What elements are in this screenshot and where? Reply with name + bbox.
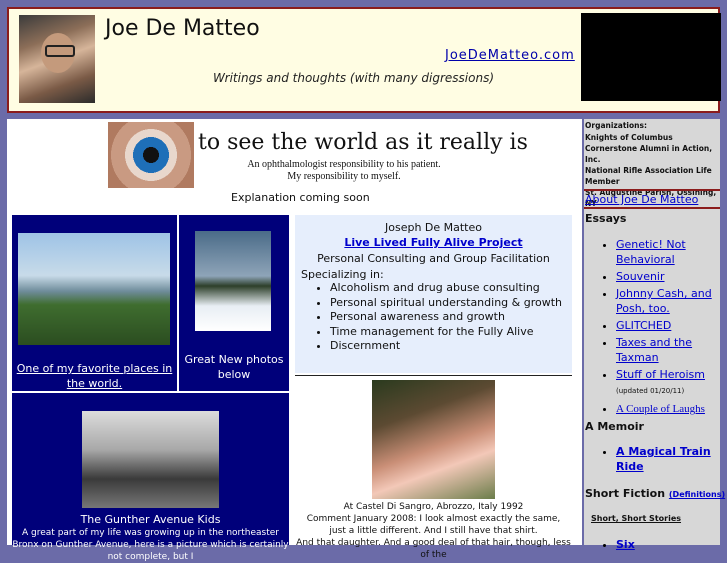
- essay-link[interactable]: Stuff of Heroism: [616, 368, 705, 381]
- explanation-text: Explanation coming soon: [231, 191, 370, 204]
- castel-comment-line: Comment January 2008: I look almost exac…: [306, 514, 561, 524]
- castel-comment-line: And that daughter. And a good deal of th…: [296, 538, 571, 560]
- sidebar: Organizations: Knights of Columbus Corne…: [584, 119, 725, 551]
- banner-subline-2: My responsibility to myself.: [287, 171, 401, 182]
- definitions-link[interactable]: (Definitions): [669, 490, 725, 499]
- about-link[interactable]: About Joe De Matteo: [585, 193, 698, 206]
- consulting-description: Personal Consulting and Group Facilitati…: [317, 252, 550, 265]
- new-photos-panel: Great New photos below: [179, 215, 289, 391]
- castel-caption-line: At Castel Di Sangro, Abrozzo, Italy 1992: [343, 502, 524, 512]
- gunther-kids-text: A great part of my life was growing up i…: [12, 528, 289, 562]
- list-item: Johnny Cash, and Posh, too.: [616, 286, 726, 316]
- decorative-pattern-image: [581, 13, 721, 101]
- essay-link[interactable]: A Couple of Laughs: [616, 403, 705, 415]
- short-fiction-label: Short Fiction: [585, 487, 666, 500]
- list-item: Personal awareness and growth: [330, 310, 562, 325]
- list-item: A Couple of Laughs: [616, 401, 726, 417]
- list-item: Alcoholism and drug abuse consulting: [330, 281, 562, 296]
- memoir-heading: A Memoir: [585, 420, 644, 433]
- specializing-label: Specializing in:: [301, 268, 384, 281]
- list-item: GLITCHED: [616, 318, 726, 333]
- memoir-link[interactable]: A Magical Train Ride: [616, 445, 711, 473]
- eye-image: [108, 122, 194, 188]
- gunther-kids-photo[interactable]: [82, 411, 219, 508]
- castel-di-sangro-photo: [372, 380, 495, 499]
- favorite-place-panel: One of my favorite places in the world.: [12, 215, 177, 391]
- site-home-link[interactable]: JoeDeMatteo.com: [445, 48, 575, 63]
- divider: [584, 207, 720, 209]
- list-item: Stuff of Heroism (updated 01/20/11): [616, 367, 726, 399]
- list-item: Genetic! Not Behavioral: [616, 237, 726, 267]
- consultant-name: Joseph De Matteo: [384, 221, 482, 234]
- divider: [584, 189, 720, 191]
- favorite-place-link[interactable]: One of my favorite places in the world.: [14, 361, 175, 391]
- author-portrait: [19, 15, 95, 103]
- divider: [295, 375, 572, 376]
- list-item: Taxes and the Taxman: [616, 335, 726, 365]
- main-content: to see the world as it really is An opht…: [7, 119, 582, 562]
- site-header: Joe De Matteo JoeDeMatteo.com Writings a…: [7, 7, 721, 113]
- essay-link[interactable]: Johnny Cash, and Posh, too.: [616, 287, 712, 315]
- list-item: Souvenir: [616, 269, 726, 284]
- eye-banner: to see the world as it really is An opht…: [108, 122, 528, 188]
- essay-link[interactable]: Taxes and the Taxman: [616, 336, 692, 364]
- winter-photo[interactable]: [195, 231, 271, 331]
- list-item: Time management for the Fully Alive: [330, 325, 562, 340]
- organizations-heading: Organizations:: [585, 121, 647, 130]
- list-item: Discernment: [330, 339, 562, 354]
- new-photos-caption: Great New photos below: [184, 353, 284, 381]
- fully-alive-project-link[interactable]: Live Lived Fully Alive Project: [295, 236, 572, 249]
- specialty-list: Alcoholism and drug abuse consulting Per…: [312, 281, 562, 354]
- list-item: A Magical Train Ride: [616, 444, 726, 474]
- organization-item: Cornerstone Alumni in Action, Inc.: [585, 144, 713, 164]
- list-item: Personal spiritual understanding & growt…: [330, 296, 562, 311]
- essay-link[interactable]: Genetic! Not Behavioral: [616, 238, 686, 266]
- banner-headline: to see the world as it really is: [198, 130, 528, 155]
- update-note: (updated 01/20/11): [616, 387, 685, 395]
- essay-link[interactable]: GLITCHED: [616, 319, 671, 332]
- organization-item: Knights of Columbus: [585, 133, 673, 142]
- banner-subline-1: An ophthalmologist responsibility to his…: [247, 159, 441, 170]
- gunther-kids-title: The Gunther Avenue Kids: [80, 513, 221, 526]
- short-fiction-heading: Short Fiction (Definitions): [585, 487, 725, 500]
- short-short-stories-heading: Short, Short Stories: [591, 514, 682, 523]
- organization-item: National Rifle Association Life Member: [585, 166, 712, 186]
- essay-list: Genetic! Not Behavioral Souvenir Johnny …: [598, 237, 726, 419]
- site-title: Joe De Matteo: [105, 16, 260, 41]
- site-tagline: Writings and thoughts (with many digress…: [213, 71, 495, 85]
- memoir-list: A Magical Train Ride: [598, 444, 726, 474]
- gunther-kids-panel: The Gunther Avenue Kids A great part of …: [12, 393, 289, 562]
- castel-caption: At Castel Di Sangro, Abrozzo, Italy 1992…: [295, 501, 572, 561]
- essay-link[interactable]: Souvenir: [616, 270, 665, 283]
- consulting-box: Joseph De Matteo Live Lived Fully Alive …: [295, 215, 572, 373]
- lake-photo[interactable]: [18, 233, 170, 345]
- essays-heading: Essays: [585, 212, 627, 225]
- castel-comment-line: just a little different. And I still hav…: [329, 526, 538, 536]
